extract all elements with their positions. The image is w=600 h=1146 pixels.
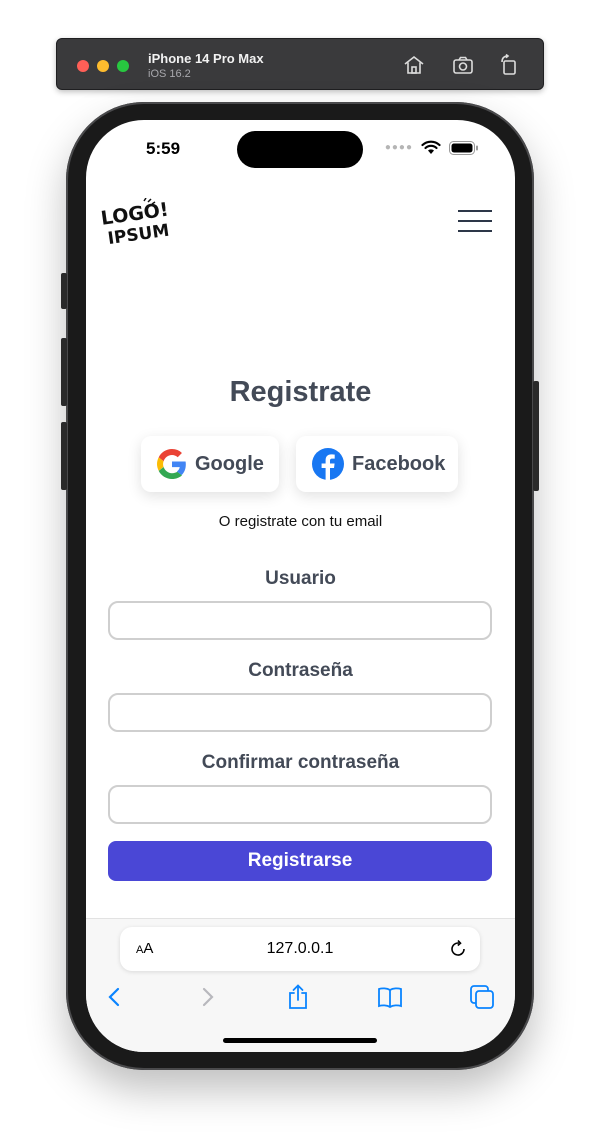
status-time: 5:59 — [146, 139, 181, 158]
username-input[interactable] — [108, 601, 492, 640]
volume-up-button — [61, 338, 67, 406]
tabs-icon[interactable] — [468, 983, 496, 1011]
status-icons: ●●●● — [385, 140, 479, 155]
action-button — [61, 273, 67, 309]
os-version: iOS 16.2 — [148, 68, 191, 80]
reload-icon[interactable] — [448, 939, 468, 959]
share-icon[interactable] — [284, 983, 312, 1011]
volume-down-button — [61, 422, 67, 490]
google-signup-button[interactable]: Google — [141, 436, 279, 492]
wifi-icon — [421, 140, 441, 154]
facebook-icon — [312, 448, 344, 480]
simulator-title-bar: iPhone 14 Pro Max iOS 16.2 — [56, 38, 544, 90]
password-input[interactable] — [108, 693, 492, 732]
power-button — [533, 381, 539, 491]
battery-icon — [449, 140, 478, 155]
google-label: Google — [195, 452, 264, 475]
cellular-icon: ●●●● — [384, 142, 413, 153]
email-divider-text: O registrate con tu email — [218, 513, 383, 530]
forward-icon[interactable] — [193, 983, 221, 1011]
minimize-window-button[interactable] — [97, 60, 109, 72]
password-label: Contraseña — [248, 660, 353, 681]
facebook-signup-button[interactable]: Facebook — [296, 436, 458, 492]
bookmarks-icon[interactable] — [376, 983, 404, 1011]
phone-screen: 5:59 ●●●● LOGO! IPSUM Registrate Google — [86, 120, 515, 1052]
facebook-label: Facebook — [352, 452, 446, 475]
home-indicator — [223, 1038, 377, 1043]
back-icon[interactable] — [101, 983, 129, 1011]
google-icon — [157, 449, 186, 479]
hamburger-menu-icon[interactable] — [458, 210, 492, 234]
register-button[interactable]: Registrarse — [108, 841, 492, 881]
zoom-window-button[interactable] — [117, 60, 129, 72]
logo[interactable]: LOGO! IPSUM — [100, 197, 174, 249]
dynamic-island — [237, 131, 363, 168]
url-text: 127.0.0.1 — [266, 940, 334, 957]
home-icon[interactable] — [402, 53, 426, 77]
close-window-button[interactable] — [77, 60, 89, 72]
rotate-icon[interactable] — [497, 53, 521, 77]
username-label: Usuario — [265, 568, 336, 589]
safari-bottom-bar: AA 127.0.0.1 — [86, 918, 515, 1052]
confirm-password-label: Confirmar contraseña — [201, 752, 400, 773]
address-bar[interactable]: AA 127.0.0.1 — [120, 927, 480, 971]
screenshot-icon[interactable] — [451, 53, 475, 77]
device-name: iPhone 14 Pro Max — [148, 51, 264, 66]
page-title: Registrate — [229, 376, 372, 408]
confirm-password-input[interactable] — [108, 785, 492, 824]
